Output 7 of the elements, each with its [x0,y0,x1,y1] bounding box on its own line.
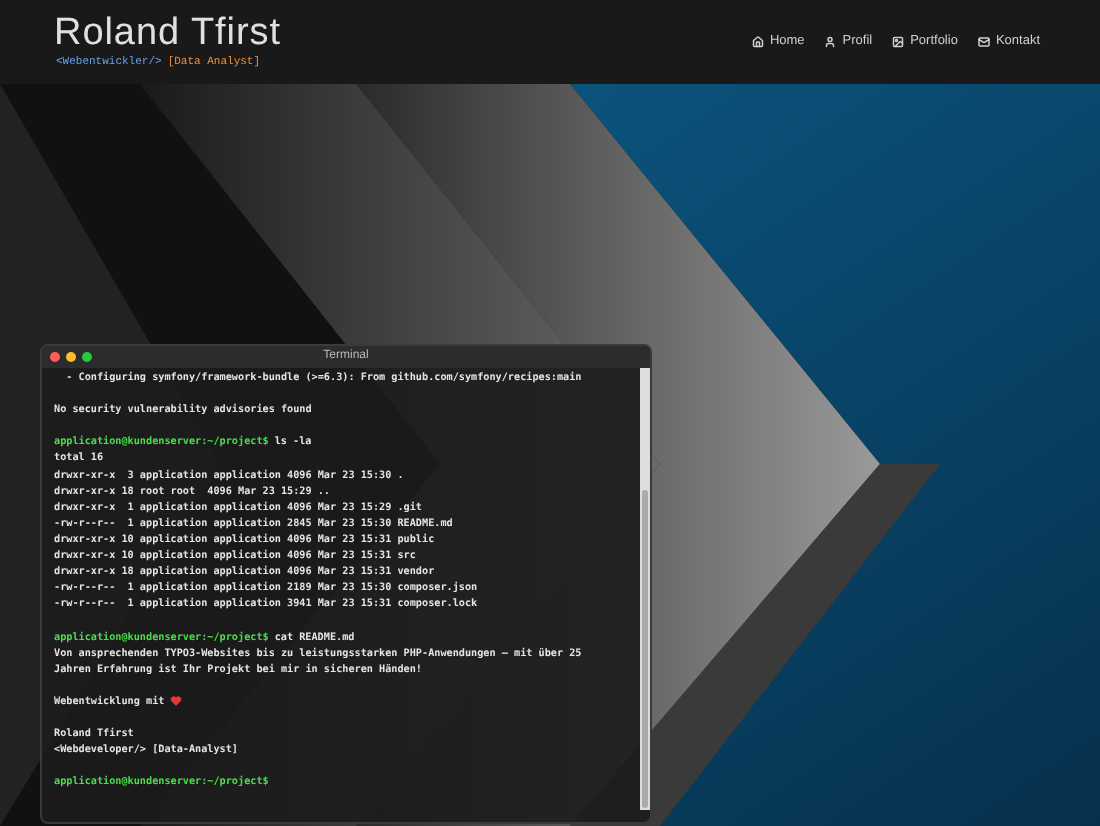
heart-icon [170,696,183,707]
scrollbar[interactable] [640,368,650,810]
user-icon [824,35,837,47]
site-title[interactable]: Roland Tfirst [54,14,282,54]
home-icon [751,35,764,47]
image-icon [892,35,905,47]
mail-icon [977,35,990,47]
